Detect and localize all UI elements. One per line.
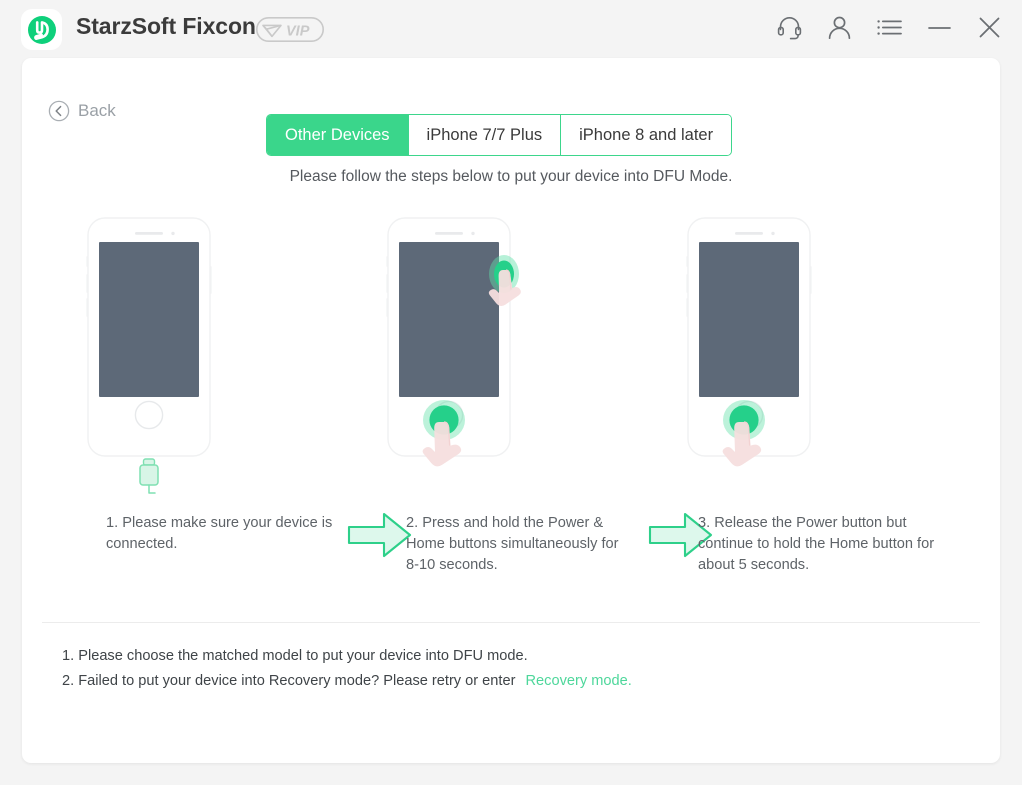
svg-text:VIP: VIP (286, 23, 310, 39)
step-2-illustration (374, 208, 634, 508)
title-bar: StarzSoft Fixcon VIP (0, 0, 1022, 58)
step-3-illustration (674, 208, 934, 508)
footer-notes: 1. Please choose the matched model to pu… (62, 644, 632, 694)
application-window: StarzSoft Fixcon VIP Back Other Devices … (0, 0, 1022, 785)
step-3: 3. Release the Power button but continue… (674, 208, 934, 598)
footer-divider (42, 622, 980, 623)
vip-badge-icon: VIP (256, 17, 325, 42)
back-label: Back (78, 101, 116, 120)
back-button[interactable]: Back (48, 100, 116, 122)
window-controls (774, 12, 1004, 42)
step-1-illustration (74, 208, 334, 508)
minimize-icon[interactable] (924, 12, 954, 42)
headset-icon[interactable] (774, 12, 804, 42)
device-type-tabs: Other Devices iPhone 7/7 Plus iPhone 8 a… (266, 114, 733, 156)
iphone-with-cable-icon (86, 217, 212, 494)
recovery-mode-link[interactable]: Recovery mode. (526, 673, 632, 689)
menu-icon[interactable] (874, 12, 904, 42)
step-3-caption: 3. Release the Power button but continue… (698, 515, 935, 573)
footer-note-1: 1. Please choose the matched model to pu… (62, 648, 528, 664)
footer-note-2-row: 2. Failed to put your device into Recove… (62, 669, 632, 694)
steps-container: 1. Please make sure your device is conne… (22, 208, 1000, 598)
step-1: 1. Please make sure your device is conne… (74, 208, 334, 598)
tab-iphone-7[interactable]: iPhone 7/7 Plus (408, 115, 562, 155)
wrench-circle-logo-icon (27, 15, 56, 44)
step-2-caption: 2. Press and hold the Power & Home butto… (406, 515, 619, 573)
tab-iphone-8-and-later[interactable]: iPhone 8 and later (561, 115, 732, 155)
main-card: Back Other Devices iPhone 7/7 Plus iPhon… (22, 58, 1000, 763)
power-button-press-indicator (488, 255, 521, 307)
iphone-icon (386, 217, 521, 467)
chevron-left-circle-icon (48, 100, 70, 122)
user-icon[interactable] (824, 12, 854, 42)
app-title: StarzSoft Fixcon (76, 13, 256, 39)
tab-other-devices[interactable]: Other Devices (267, 115, 409, 155)
app-logo (21, 9, 62, 50)
vip-badge: VIP (256, 17, 325, 42)
instruction-subtitle: Please follow the steps below to put you… (289, 168, 733, 185)
step-1-caption: 1. Please make sure your device is conne… (106, 515, 333, 552)
close-icon[interactable] (974, 12, 1004, 42)
iphone-icon (686, 217, 812, 467)
step-2: 2. Press and hold the Power & Home butto… (374, 208, 634, 598)
lightning-cable-icon (139, 458, 159, 494)
footer-note-2: 2. Failed to put your device into Recove… (62, 673, 516, 689)
